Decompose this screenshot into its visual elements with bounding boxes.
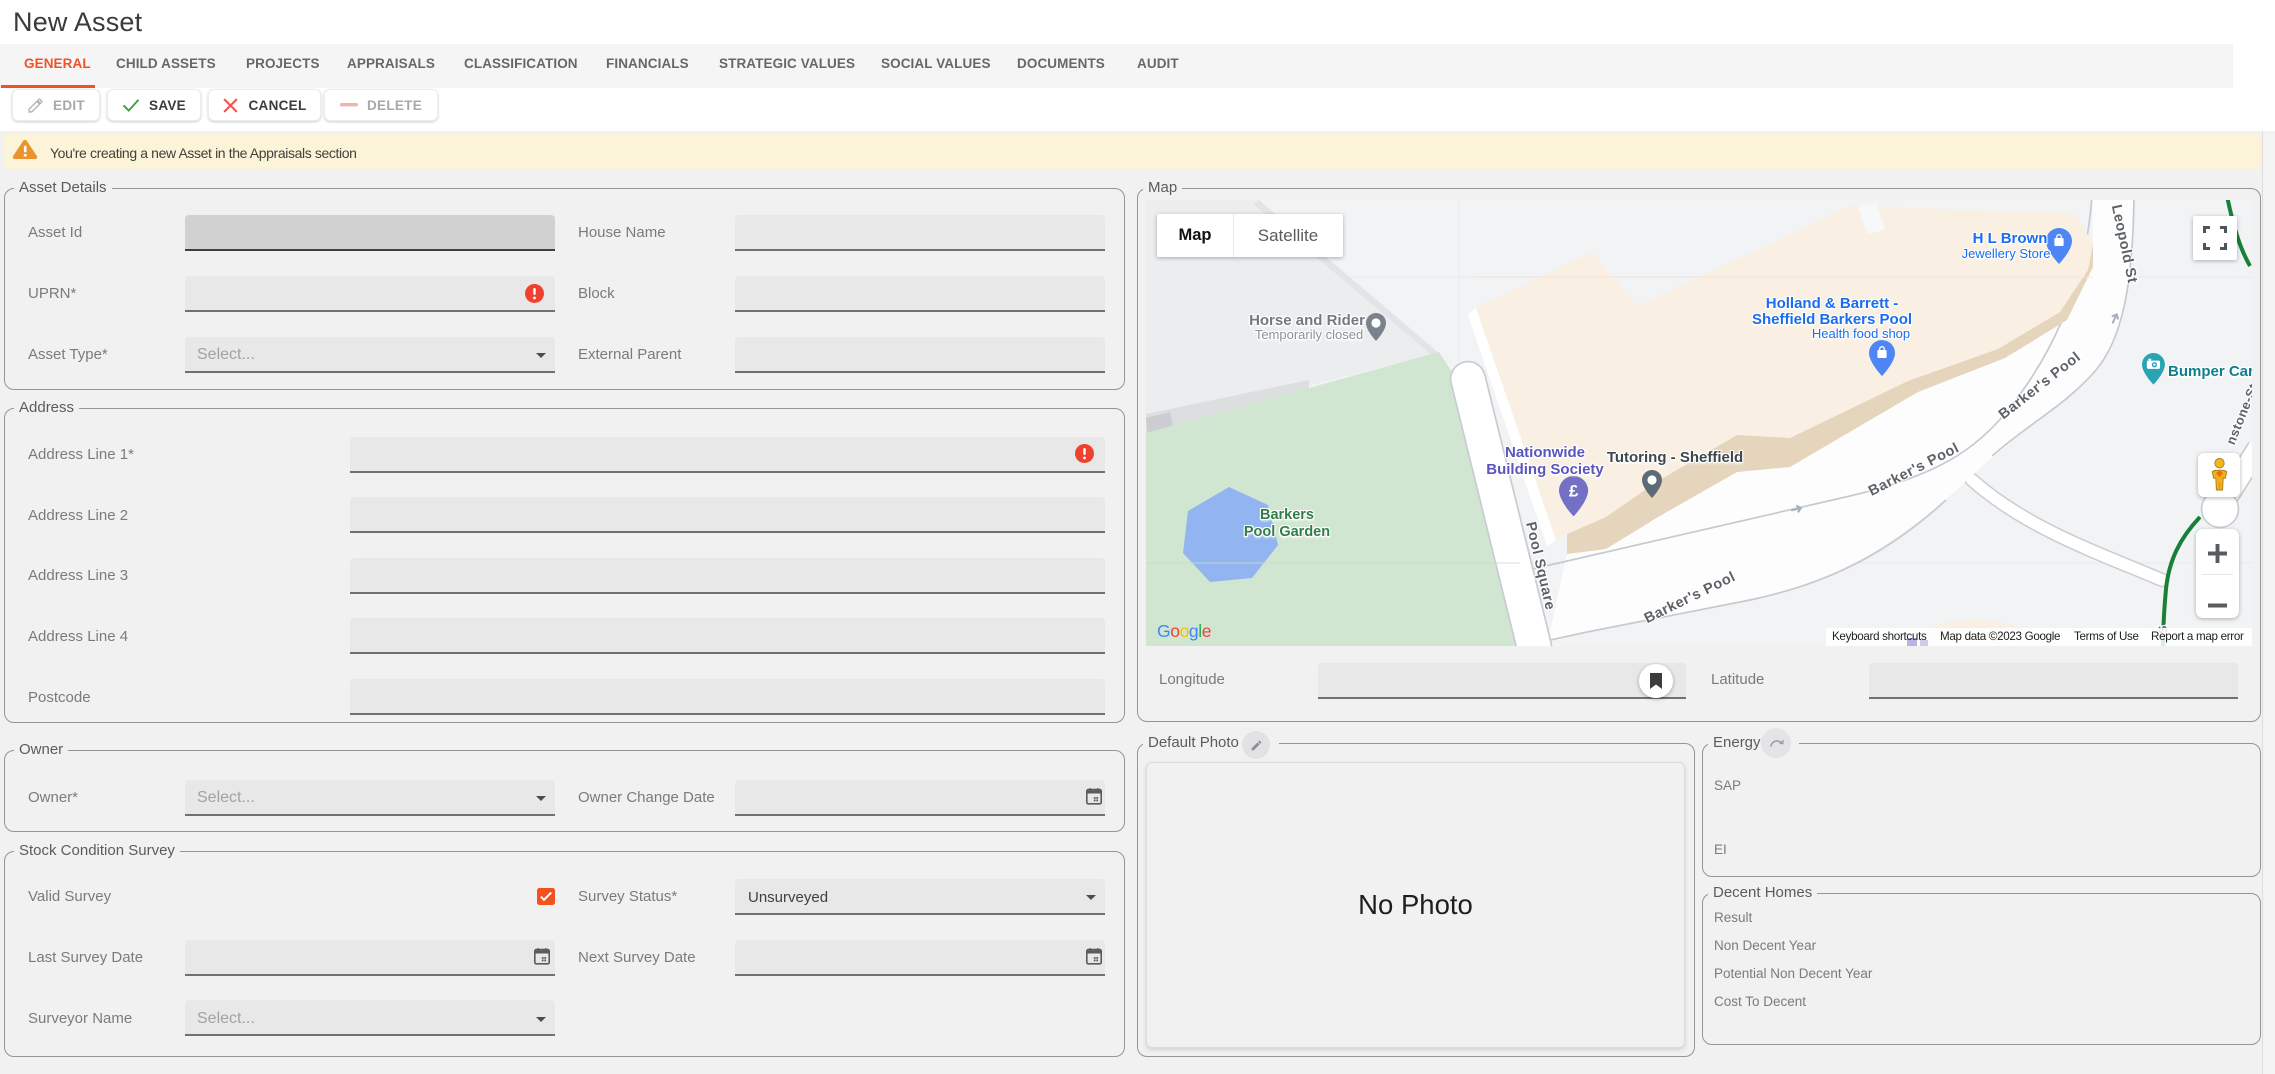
- svg-text:£: £: [1569, 482, 1579, 501]
